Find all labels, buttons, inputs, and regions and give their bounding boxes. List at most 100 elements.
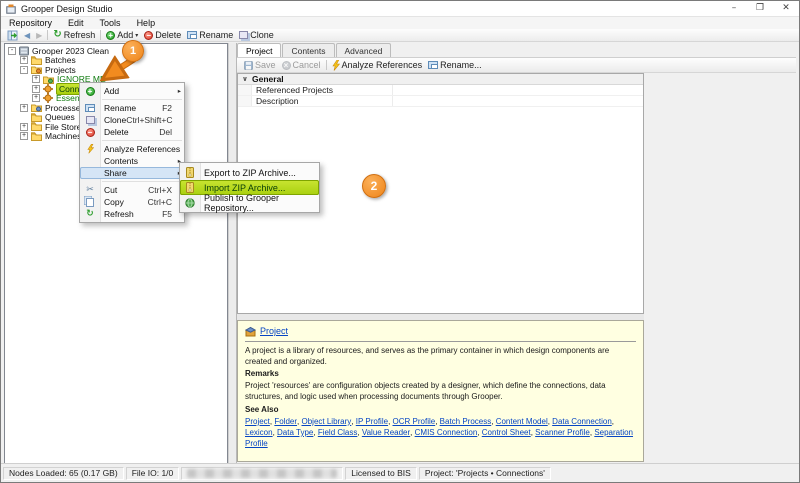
folder-icon [31,122,42,131]
refresh-icon: ↻ [86,209,94,219]
property-group-general[interactable]: ∨ General [238,74,643,85]
menu-separator [102,181,182,182]
redacted-status [181,467,343,480]
see-also-link[interactable]: Data Type [277,428,318,437]
menu-item-label: Copy [100,197,124,207]
see-also-link[interactable]: Batch Process [440,417,496,426]
context-menu-refresh[interactable]: ↻ Refresh F5 [80,208,184,220]
rename-label: Rename [199,30,233,40]
sync-tree-button[interactable] [4,29,21,41]
menu-repository[interactable]: Repository [1,18,60,28]
see-also-link[interactable]: CMIS Connection [415,428,482,437]
see-also-link[interactable]: Data Connection [552,417,616,426]
nodes-loaded-status: Nodes Loaded: 65 (0.17 GB) [3,467,124,480]
property-group-label: General [252,74,284,84]
expand-toggle[interactable]: + [20,56,28,64]
cancel-label: Cancel [293,60,321,70]
tree-item-batches[interactable]: + Batches [5,56,227,66]
menu-bar: Repository Edit Tools Help [1,17,799,29]
expand-toggle[interactable]: + [32,94,40,102]
see-also-link[interactable]: Field Class [318,428,362,437]
context-menu-copy[interactable]: Copy Ctrl+C [80,196,184,208]
project-icon [43,93,53,103]
menu-item-label: Import ZIP Archive... [200,183,285,193]
rename-icon [187,31,197,39]
analyze-references-button[interactable]: Analyze References [329,59,426,71]
see-also-link[interactable]: Project [245,417,274,426]
see-also-link[interactable]: OCR Profile [393,417,440,426]
see-also-link[interactable]: Scanner Profile [535,428,594,437]
project-folder-icon [43,75,54,84]
collapse-toggle[interactable]: - [8,47,16,55]
restore-icon[interactable]: ❐ [747,1,773,16]
menu-edit[interactable]: Edit [60,18,92,28]
forward-button[interactable]: ▶ [33,29,45,41]
project-status: Project: 'Projects • Connections' [419,467,551,480]
submenu-publish-repository[interactable]: Publish to Grooper Repository... [180,195,319,210]
folder-icon [31,113,42,122]
collapse-group-icon[interactable]: ∨ [238,75,252,83]
add-button[interactable]: + Add ▾ [103,29,141,41]
close-icon[interactable]: ✕ [773,1,799,16]
see-also-link[interactable]: Content Model [496,417,552,426]
status-bar: Nodes Loaded: 65 (0.17 GB) File IO: 1/0 … [1,463,799,482]
expand-toggle[interactable]: + [20,132,28,140]
tab-contents[interactable]: Contents [282,43,334,57]
row-gutter [238,96,252,106]
menu-item-label: Share [100,168,127,178]
see-also-link[interactable]: Object Library [302,417,356,426]
tree-item-projects[interactable]: - Projects [5,65,227,75]
delete-button[interactable]: − Delete [141,29,184,41]
back-button[interactable]: ◀ [21,29,33,41]
sync-tree-icon [7,30,18,41]
add-icon: + [86,87,95,96]
collapse-toggle[interactable]: - [20,66,28,74]
panel-splitter[interactable] [228,43,237,464]
property-row-description[interactable]: Description [238,96,643,107]
save-button[interactable]: Save [241,59,279,71]
context-menu-contents[interactable]: Contents ▸ [80,155,184,167]
expand-toggle[interactable]: + [32,75,40,83]
submenu-export-zip[interactable]: Export to ZIP Archive... [180,165,319,180]
refresh-icon: ↻ [53,30,61,40]
expand-toggle[interactable]: + [20,123,28,131]
see-also-link[interactable]: Value Reader [362,428,415,437]
see-also-link[interactable]: Lexicon [245,428,277,437]
context-menu-share[interactable]: Share ▸ [80,167,184,179]
see-also-link[interactable]: IP Profile [356,417,393,426]
expand-toggle[interactable]: + [32,85,40,93]
property-row-referenced-projects[interactable]: Referenced Projects [238,85,643,96]
tree-item-root[interactable]: - Grooper 2023 Clean [5,46,227,56]
tab-advanced[interactable]: Advanced [336,43,392,57]
tab-project[interactable]: Project [237,43,281,57]
main-toolbar: ◀ ▶ ↻ Refresh + Add ▾ − Delete Rename Cl… [1,29,799,42]
context-menu-clone[interactable]: Clone Ctrl+Shift+C [80,114,184,126]
rename-button[interactable]: Rename [184,29,236,41]
redacted-text [187,469,337,478]
see-also-link[interactable]: Folder [274,417,301,426]
add-icon: + [106,31,115,40]
share-submenu: Export to ZIP Archive... Import ZIP Arch… [179,162,320,213]
remarks-heading: Remarks [245,368,636,379]
menu-item-label: Analyze References [100,144,180,154]
menu-shortcut: Ctrl+Shift+C [126,115,184,125]
context-menu-rename[interactable]: Rename F2 [80,102,184,114]
context-menu-add[interactable]: + Add ▸ [80,85,184,97]
clone-label: Clone [250,30,274,40]
context-menu-analyze-references[interactable]: Analyze References [80,143,184,155]
menu-tools[interactable]: Tools [92,18,129,28]
menu-help[interactable]: Help [129,18,164,28]
expand-toggle[interactable]: + [20,104,28,112]
help-title-link[interactable]: Project [260,325,288,338]
see-also-link[interactable]: Control Sheet [482,428,535,437]
cancel-button[interactable]: × Cancel [279,59,324,71]
clone-button[interactable]: Clone [236,29,277,41]
processes-folder-icon [31,103,42,112]
see-also-heading: See Also [245,404,636,415]
rename-detail-button[interactable]: Rename... [425,59,485,71]
menu-item-label: Clone [100,115,126,125]
context-menu-delete[interactable]: − Delete Del [80,126,184,138]
minimize-icon[interactable]: – [721,1,747,16]
refresh-button[interactable]: ↻ Refresh [50,29,98,41]
context-menu-cut[interactable]: ✂ Cut Ctrl+X [80,184,184,196]
